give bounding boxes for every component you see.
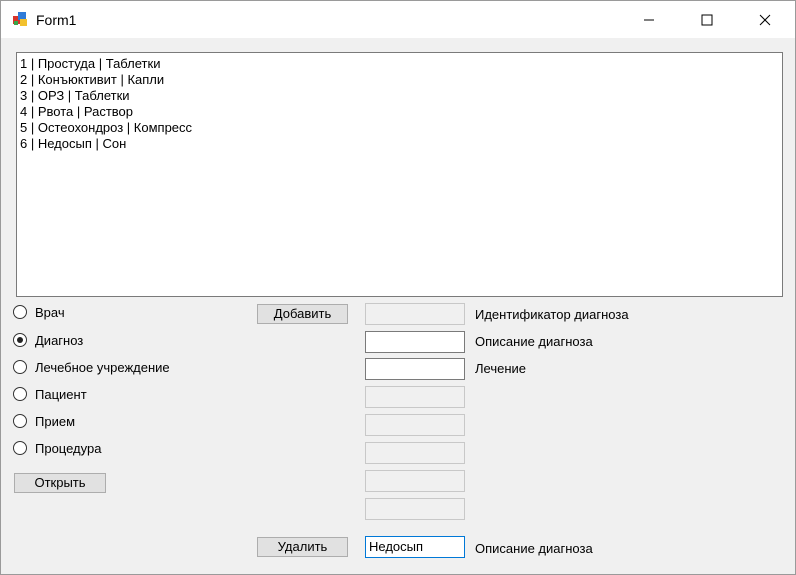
list-item[interactable]: 3 | ОРЗ | Таблетки (20, 88, 130, 104)
list-item[interactable]: 1 | Простуда | Таблетки (20, 56, 160, 72)
radio-circle[interactable] (13, 360, 27, 374)
radio-doctor[interactable]: Врач (13, 302, 65, 322)
add-button[interactable]: Добавить (257, 304, 348, 324)
title-bar: Form1 (1, 1, 795, 38)
window-title: Form1 (36, 12, 77, 28)
disabled-field (365, 442, 465, 464)
radio-label: Лечебное учреждение (35, 359, 170, 375)
radio-label: Врач (35, 304, 65, 320)
list-item[interactable]: 5 | Остеохондроз | Компресс (20, 120, 192, 136)
close-button[interactable] (742, 1, 788, 38)
open-button[interactable]: Открыть (14, 473, 106, 493)
treatment-label: Лечение (475, 361, 527, 376)
radio-diagnosis[interactable]: Диагноз (13, 330, 83, 350)
list-item[interactable]: 2 | Конъюктивит | Капли (20, 72, 164, 88)
description-field[interactable] (365, 331, 465, 353)
radio-circle[interactable] (13, 305, 27, 319)
disabled-field (365, 386, 465, 408)
radio-label: Процедура (35, 440, 102, 456)
radio-circle[interactable] (13, 387, 27, 401)
id-field (365, 303, 465, 325)
radio-circle-checked[interactable] (13, 333, 27, 347)
treatment-field[interactable] (365, 358, 465, 380)
maximize-icon (701, 14, 713, 25)
disabled-field (365, 498, 465, 520)
radio-procedure[interactable]: Процедура (13, 438, 101, 458)
disabled-field (365, 470, 465, 492)
delete-button[interactable]: Удалить (257, 537, 348, 557)
radio-label: Пациент (35, 386, 87, 402)
description-label: Описание диагноза (475, 334, 593, 349)
radio-patient[interactable]: Пациент (13, 384, 87, 404)
minimize-icon (644, 19, 654, 20)
list-item[interactable]: 6 | Недосып | Сон (20, 136, 126, 152)
radio-circle[interactable] (13, 414, 27, 428)
app-form-icon (13, 12, 27, 26)
delete-description-label: Описание диагноза (475, 541, 593, 556)
records-listbox[interactable]: 1 | Простуда | Таблетки 2 | Конъюктивит … (16, 52, 783, 297)
app-window: Form1 1 | Простуда | Таблетки 2 | Конъюк… (0, 0, 796, 575)
list-item[interactable]: 4 | Рвота | Раствор (20, 104, 133, 120)
radio-appointment[interactable]: Прием (13, 411, 75, 431)
delete-value-field[interactable]: Недосып (365, 536, 465, 558)
radio-circle[interactable] (13, 441, 27, 455)
minimize-button[interactable] (626, 1, 672, 38)
disabled-field (365, 414, 465, 436)
radio-medical-institution[interactable]: Лечебное учреждение (13, 357, 170, 377)
radio-label: Прием (35, 413, 76, 429)
id-label: Идентификатор диагноза (475, 307, 629, 322)
maximize-button[interactable] (684, 1, 730, 38)
close-icon (759, 14, 771, 25)
radio-label: Диагноз (35, 332, 84, 348)
